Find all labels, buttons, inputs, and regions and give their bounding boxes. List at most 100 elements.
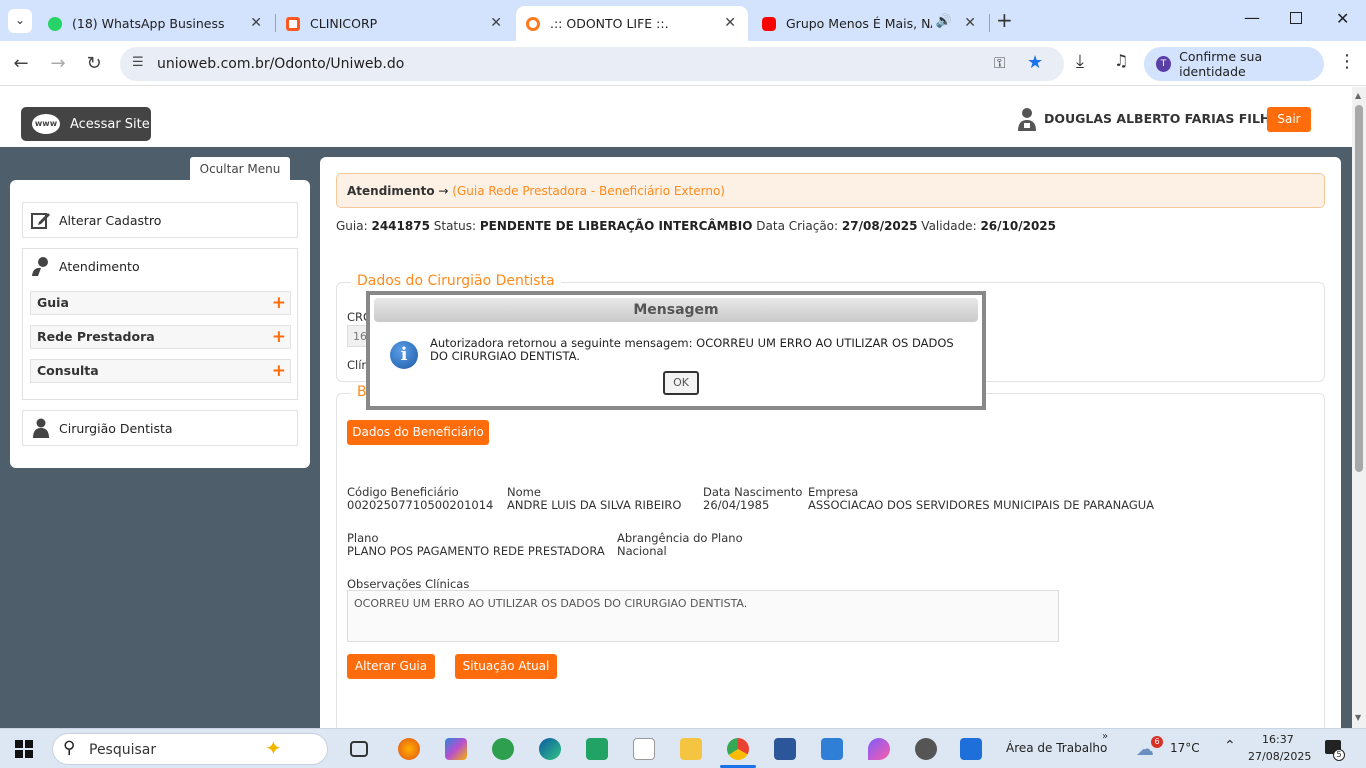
site-settings-icon[interactable]: ☰ (132, 55, 144, 70)
new-tab-button[interactable]: + (996, 8, 1013, 32)
download-icon[interactable]: ⤓ (1076, 51, 1084, 72)
obs-textarea[interactable]: OCORREU UM ERRO AO UTILIZAR OS DADOS DO … (347, 590, 1059, 642)
tab-clinicorp[interactable]: CLINICORP ✕ (276, 6, 514, 41)
winrar-icon[interactable] (960, 738, 982, 760)
scroll-down-arrow-icon[interactable]: ▼ (1355, 713, 1361, 722)
dados-beneficiario-button[interactable]: Dados do Beneficiário (347, 420, 489, 445)
sidebar-item-cirurgiao-dentista[interactable]: Cirurgião Dentista (22, 410, 298, 446)
nascimento-value: 26/04/1985 (703, 498, 770, 512)
sidebar-subitem-label: Rede Prestadora (37, 329, 155, 344)
xbox-icon[interactable] (492, 738, 514, 760)
acessar-site-button[interactable]: www Acessar Site (21, 107, 151, 141)
weather-badge: 6 (1151, 736, 1163, 748)
expand-plus-icon[interactable]: + (272, 360, 286, 382)
reload-icon[interactable]: ↻ (83, 53, 105, 74)
app-icon[interactable] (915, 738, 937, 760)
minimize-icon[interactable]: — (1244, 8, 1260, 27)
expand-plus-icon[interactable]: + (272, 292, 286, 314)
windows-start-icon[interactable] (15, 740, 33, 758)
sidebar-subitem-consulta[interactable]: Consulta + (30, 359, 291, 383)
close-tab-icon[interactable]: ✕ (490, 15, 502, 31)
sidebar-subitem-rede-prestadora[interactable]: Rede Prestadora + (30, 325, 291, 349)
nome-value: ANDRE LUIS DA SILVA RIBEIRO (507, 498, 682, 512)
sidebar-item-label: Atendimento (59, 258, 140, 274)
site-header: www Acessar Site DOUGLAS ALBERTO FARIAS … (0, 87, 1352, 147)
edge-icon[interactable] (539, 738, 561, 760)
clock-date[interactable]: 27/08/2025 (1248, 750, 1311, 763)
file-explorer-icon[interactable] (680, 738, 702, 760)
profile-avatar: T (1156, 56, 1172, 72)
paint-icon[interactable] (868, 738, 890, 760)
tab-list-dropdown-button[interactable]: ⌄ (8, 9, 32, 33)
breadcrumb-arrow: → (438, 184, 449, 198)
notepad-icon[interactable] (633, 738, 655, 760)
identity-button[interactable]: T Confirme sua identidade (1144, 47, 1324, 81)
criacao-value: 27/08/2025 (841, 219, 918, 233)
media-control-icon[interactable]: ♫ (1114, 51, 1128, 70)
firefox-icon[interactable] (398, 738, 420, 760)
info-icon: i (390, 341, 418, 369)
breadcrumb-current: (Guia Rede Prestadora - Beneficiário Ext… (452, 184, 725, 198)
speaker-icon[interactable]: 🔊 (936, 14, 952, 29)
tray-chevron-up-icon[interactable]: ⌃ (1224, 738, 1236, 754)
scroll-up-arrow-icon[interactable]: ▲ (1355, 91, 1361, 100)
support-agent-icon (32, 257, 48, 276)
situacao-atual-button[interactable]: Situação Atual (455, 654, 557, 679)
hide-menu-tab[interactable]: Ocultar Menu (190, 157, 290, 181)
tab-odonto-life[interactable]: .:: ODONTO LIFE ::. ✕ (516, 6, 748, 41)
restore-icon[interactable] (1290, 12, 1302, 24)
whatsapp-icon (48, 16, 62, 31)
windows-taskbar: ⚲ Pesquisar ✦ Área de Trabalho » ☁ 6 17°… (0, 728, 1366, 768)
copilot-icon[interactable] (445, 738, 467, 760)
url-text[interactable]: unioweb.com.br/Odonto/Uniweb.do (157, 56, 404, 72)
sidebar-item-atendimento-header[interactable]: Atendimento (23, 249, 297, 283)
forward-icon[interactable]: → (47, 53, 69, 74)
bookmark-star-icon[interactable]: ★ (1027, 52, 1043, 73)
taskbar-search[interactable]: ⚲ Pesquisar ✦ (52, 733, 328, 765)
chrome-icon[interactable] (727, 738, 749, 760)
close-tab-icon[interactable]: ✕ (724, 15, 736, 31)
close-tab-icon[interactable]: ✕ (250, 15, 262, 31)
sidebar-subitem-guia[interactable]: Guia + (30, 291, 291, 315)
sidebar-item-label: Cirurgião Dentista (59, 420, 173, 436)
expand-plus-icon[interactable]: + (272, 326, 286, 348)
tab-youtube[interactable]: Grupo Menos É Mais, NATTAN 🔊 ✕ (752, 6, 988, 41)
address-bar[interactable]: ☰ unioweb.com.br/Odonto/Uniweb.do ⚿ ★ (120, 47, 1064, 81)
codigo-value: 00202507710500201014 (347, 498, 494, 512)
desktop-label[interactable]: Área de Trabalho (1006, 741, 1107, 755)
word-icon[interactable] (774, 738, 796, 760)
alterar-guia-button[interactable]: Alterar Guia (347, 654, 435, 679)
password-key-icon[interactable]: ⚿ (994, 54, 1005, 72)
tab-title: .:: ODONTO LIFE ::. (550, 16, 669, 31)
close-window-icon[interactable]: ✕ (1336, 9, 1349, 28)
page-scrollbar[interactable]: ▲ ▼ (1352, 87, 1366, 728)
sidebar-subitem-label: Consulta (37, 363, 99, 378)
desktop-chevron-icon[interactable]: » (1102, 731, 1108, 742)
dialog-ok-button[interactable]: OK (663, 371, 699, 395)
excel-icon[interactable] (586, 738, 608, 760)
scrollbar-thumb[interactable] (1355, 105, 1363, 472)
odonto-life-icon (526, 16, 540, 31)
more-menu-icon[interactable]: ⋮ (1338, 51, 1356, 72)
search-placeholder: Pesquisar (89, 742, 157, 758)
user-name: DOUGLAS ALBERTO FARIAS FILHO (1044, 111, 1282, 126)
temperature[interactable]: 17°C (1170, 741, 1200, 755)
close-tab-icon[interactable]: ✕ (964, 15, 976, 31)
abrangencia-value: Nacional (617, 544, 667, 558)
tab-title: CLINICORP (310, 16, 378, 31)
photos-icon[interactable] (821, 738, 843, 760)
copilot-sparkle-icon: ✦ (265, 736, 282, 760)
tab-whatsapp[interactable]: (18) WhatsApp Business ✕ (38, 6, 274, 41)
logout-button[interactable]: Sair (1267, 107, 1311, 132)
dialog-message: Autorizadora retornou a seguinte mensage… (430, 336, 954, 363)
sidebar-item-alterar-cadastro[interactable]: Alterar Cadastro (22, 202, 298, 238)
guia-value: 2441875 (371, 219, 430, 233)
guia-label: Guia: (336, 219, 368, 233)
clock-time[interactable]: 16:37 (1262, 733, 1294, 746)
user-icon (1018, 108, 1036, 131)
breadcrumb: Atendimento → (Guia Rede Prestadora - Be… (336, 173, 1325, 208)
task-view-icon[interactable] (350, 741, 368, 757)
tab-title: (18) WhatsApp Business (72, 16, 225, 31)
back-icon[interactable]: ← (10, 53, 32, 74)
dentista-legend: Dados do Cirurgião Dentista (351, 273, 561, 289)
